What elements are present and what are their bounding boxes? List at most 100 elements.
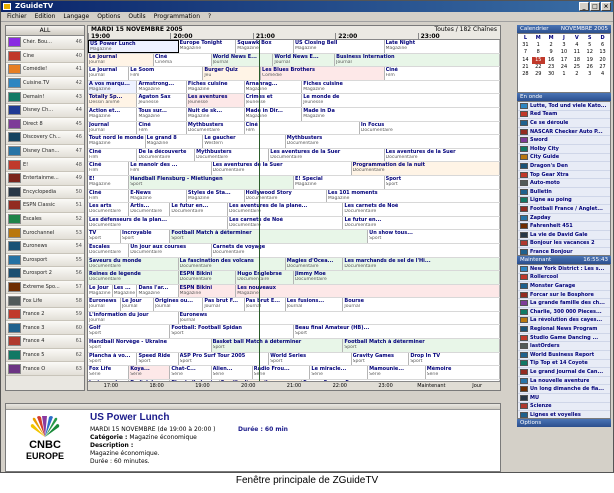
calendar-day[interactable]: 19 <box>583 57 596 64</box>
calendar-day[interactable]: 17 <box>558 57 571 64</box>
calendar-day[interactable]: 29 <box>532 71 545 78</box>
program-cell[interactable]: Un show tous... Sport <box>368 230 500 243</box>
program-cell[interactable]: Un jour aux courses Documentaire <box>129 243 212 257</box>
minimize-button[interactable]: _ <box>579 2 589 11</box>
program-cell[interactable]: Saveurs du monde Documentaire <box>88 257 179 271</box>
program-cell[interactable]: Artis... Documentaire <box>129 203 171 216</box>
program-list-item[interactable]: Zapday <box>518 214 610 223</box>
calendar-day[interactable]: 3 <box>558 42 571 49</box>
channel-item[interactable]: ESPN Classic 51 <box>6 199 84 213</box>
menu-item[interactable]: Programmation <box>150 12 204 21</box>
program-list-item[interactable]: La vie de David Gale <box>518 231 610 240</box>
program-cell[interactable]: Tout nord le monde Magazine <box>88 135 146 148</box>
program-cell[interactable]: Le gaucher Western <box>203 135 286 148</box>
program-cell[interactable]: Koya... Série <box>129 366 171 379</box>
channel-item[interactable]: Eurosport 2 56 <box>6 267 84 281</box>
program-cell[interactable]: A vos marqu... Magazine <box>88 80 138 94</box>
program-cell[interactable]: Ciné Film <box>384 67 500 80</box>
calendar-day[interactable]: 26 <box>583 64 596 71</box>
program-cell[interactable]: ESPN Bikini Documentaire <box>178 271 237 284</box>
program-cell[interactable]: Arnanrag... Magazine <box>244 80 303 94</box>
program-cell[interactable]: Les marchands de sel de l'Hi... Documenta… <box>343 257 500 271</box>
program-cell[interactable]: Les arts Documentaire <box>88 203 130 216</box>
program-cell[interactable]: Les aventures de la Suer Documentaire <box>269 148 385 162</box>
time-nav-button[interactable]: 18:00 <box>134 382 180 390</box>
program-cell[interactable]: Chat-C... Série <box>170 366 212 379</box>
program-cell[interactable]: Les carnets de Noé Documentaire <box>228 216 344 230</box>
program-cell[interactable]: Ciné Cinéma <box>153 53 212 67</box>
program-list-item[interactable]: Regional News Program <box>518 325 610 334</box>
program-cell[interactable]: US Power Lunch Magazine <box>88 40 179 53</box>
channel-item[interactable]: France 2 59 <box>6 307 84 322</box>
program-cell[interactable]: Les nouveaux Magazine <box>236 284 500 298</box>
program-list-item[interactable]: Fahrenheit 451 <box>518 222 610 231</box>
channel-item[interactable]: Cine 40 <box>6 49 84 64</box>
program-cell[interactable]: Pas brut E... Journal <box>244 298 286 311</box>
program-cell[interactable]: Les Blues Brothers Comédie <box>261 67 385 80</box>
calendar-day[interactable]: 24 <box>558 64 571 71</box>
program-cell[interactable]: ESPN Bikini Magazine <box>178 284 237 298</box>
program-cell[interactable]: Les ... Magazine <box>112 284 138 298</box>
calendar-day[interactable]: 7 <box>519 49 532 56</box>
calendar-day[interactable]: 31 <box>519 42 532 49</box>
program-cell[interactable]: Drop In TV Sport <box>409 352 500 366</box>
channel-item[interactable]: France 5 62 <box>6 348 84 363</box>
program-cell[interactable]: E! Special Magazine <box>293 175 385 189</box>
program-cell[interactable]: Europe Tonight Magazine <box>178 40 237 53</box>
calendar-day[interactable]: 4 <box>570 42 583 49</box>
program-cell[interactable]: Jimmy Moe Documentaire <box>293 271 500 284</box>
calendar-day[interactable]: 2 <box>545 42 558 49</box>
program-cell[interactable]: Made in Dir... Magazine <box>244 107 303 121</box>
program-cell[interactable]: Incroyable Sport <box>120 230 171 243</box>
channel-item[interactable]: Fox Life 58 <box>6 294 84 308</box>
program-list-item[interactable]: Bonjour les vacances 2 <box>518 240 610 249</box>
program-cell[interactable]: Le monde de Jeunesse <box>302 94 500 107</box>
program-list-item[interactable]: New York District : Les s... <box>518 265 610 274</box>
calendar-day[interactable]: 30 <box>545 71 558 78</box>
program-cell[interactable]: Escales Documentaire <box>88 243 130 257</box>
channel-item[interactable]: Encyclopedia 50 <box>6 185 84 200</box>
channel-item[interactable]: France 3 60 <box>6 321 84 336</box>
program-cell[interactable]: L'information du jour Journal <box>88 311 179 325</box>
calendar-day[interactable]: 12 <box>583 49 596 56</box>
channel-item[interactable]: Chér. Bou... 46 <box>6 36 84 50</box>
program-cell[interactable]: Les aventures de la plane... Documentaire <box>228 203 344 216</box>
calendar-day[interactable]: 13 <box>596 49 609 56</box>
program-cell[interactable]: Les 101 moments Magazine <box>326 189 500 203</box>
program-cell[interactable]: Les aventures Jeunesse <box>186 94 245 107</box>
program-cell[interactable]: Magies d'Ocea... Documentaire <box>285 257 344 271</box>
menu-item[interactable]: Outils <box>124 12 149 21</box>
program-cell[interactable]: Golf Sport <box>88 325 171 339</box>
program-cell[interactable]: Basket ball Match à déterminer Sport <box>211 339 344 352</box>
channel-item[interactable]: Discovery Ch... 46 <box>6 131 84 145</box>
program-cell[interactable]: Armstrong... Magazine <box>137 80 187 94</box>
program-cell[interactable]: La fascination des volcans Documentaire <box>178 257 286 271</box>
program-cell[interactable]: Le miracle... Série <box>310 366 369 379</box>
time-nav-button[interactable]: 21:00 <box>271 382 317 390</box>
program-cell[interactable]: Fiches cuisine Magazine <box>302 80 500 94</box>
program-list-item[interactable]: Red Team <box>518 111 610 120</box>
all-channels-button[interactable]: ALL <box>6 26 84 36</box>
calendar-day[interactable]: 8 <box>532 49 545 56</box>
program-cell[interactable]: Ciné Film <box>88 148 138 162</box>
program-cell[interactable]: ASP Pro Surf Tour 2005 Sport <box>178 352 270 366</box>
options-header[interactable]: Options <box>517 419 611 427</box>
calendar-day[interactable]: 1 <box>532 42 545 49</box>
calendar-day[interactable]: 20 <box>596 57 609 64</box>
calendar-day[interactable]: 5 <box>583 42 596 49</box>
calendar-day[interactable]: 22 <box>532 64 545 71</box>
program-cell[interactable]: Radio Frou...Série <box>252 366 311 379</box>
menu-item[interactable]: ? <box>204 12 215 21</box>
calendar-day[interactable]: 16 <box>545 57 558 64</box>
program-cell[interactable]: Bourse Journal <box>343 298 500 311</box>
program-list-item[interactable]: lastOrders <box>518 342 610 351</box>
program-list-item[interactable]: La grande famille des ch... <box>518 299 610 308</box>
program-cell[interactable]: Football Match à déterminer Sport <box>170 230 369 243</box>
detail-splitter[interactable] <box>6 404 500 410</box>
calendar-day[interactable]: 25 <box>570 64 583 71</box>
program-list-item[interactable]: Tip Top et 14 Coyote <box>518 360 610 369</box>
menu-item[interactable]: Options <box>93 12 124 21</box>
channel-item[interactable]: France Ô 63 <box>6 362 84 376</box>
program-list-item[interactable]: Top Gear Xtra <box>518 171 610 180</box>
program-cell[interactable]: Les aventures de la Suer Documentaire <box>211 162 352 175</box>
